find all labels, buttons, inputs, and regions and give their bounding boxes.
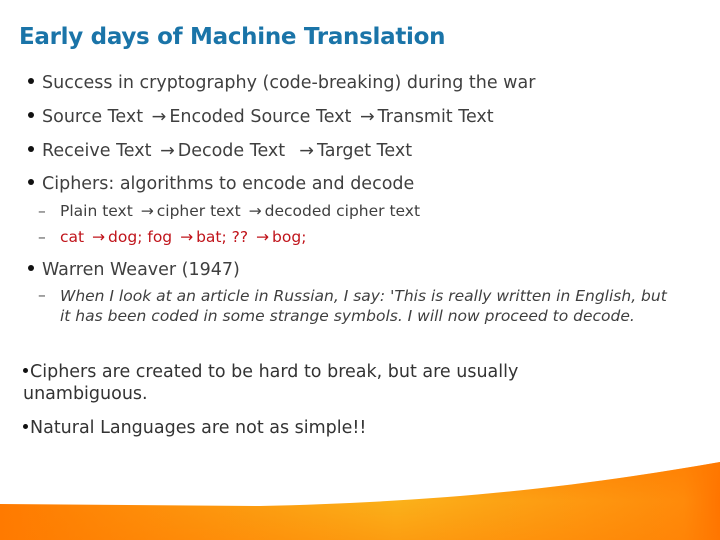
cipher-example: bat; ?? [196, 228, 249, 246]
bullet-text: Warren Weaver (1947) [42, 260, 240, 280]
dash-icon: – [38, 202, 46, 220]
arrow-right-icon: → [248, 202, 262, 220]
cipher-example: bog; [272, 228, 307, 246]
flow-step: decoded cipher text [264, 202, 421, 220]
arrow-right-icon: → [140, 202, 154, 220]
bullet-icon [28, 179, 34, 185]
arrow-right-icon: → [256, 228, 270, 246]
sub-bullet-item: – Plain text → cipher text → decoded cipher… [38, 202, 420, 220]
flow-step: Decode Text [177, 141, 286, 161]
flow-step: Target Text [316, 141, 413, 161]
paragraph: Natural Languages are not as simple!! [23, 417, 366, 439]
dash-icon: – [38, 228, 46, 246]
sub-bullet-item-highlight: – cat → dog; fog → bat; ?? → bog; [38, 228, 306, 246]
arrow-right-icon: → [299, 141, 314, 161]
bullet-text: Success in cryptography (code-breaking) … [42, 73, 536, 93]
arrow-right-icon: → [151, 107, 167, 127]
bullet-icon [23, 367, 28, 373]
bullet-icon [28, 112, 34, 118]
footer-swoosh-decoration [0, 462, 720, 540]
flow-step: Plain text [60, 202, 133, 220]
flow-step: Receive Text [42, 141, 152, 161]
bullet-icon [28, 265, 34, 271]
bullet-item: Warren Weaver (1947) [28, 260, 240, 280]
bullet-icon [23, 423, 28, 429]
bullet-item: Source Text → Encoded Source Text → Transm… [28, 107, 494, 127]
flow-step: cipher text [156, 202, 241, 220]
arrow-right-icon: → [180, 228, 194, 246]
paragraph-text: Natural Languages are not as simple!! [30, 418, 367, 438]
bullet-item: Success in cryptography (code-breaking) … [28, 73, 535, 93]
flow-step: Source Text [42, 107, 144, 127]
bullet-icon [28, 78, 34, 84]
bullet-item: Receive Text → Decode Text → Target Text [28, 141, 412, 161]
flow-step: Transmit Text [377, 107, 494, 127]
cipher-example: dog; fog [108, 228, 173, 246]
flow-step: Encoded Source Text [169, 107, 352, 127]
slide-title: Early days of Machine Translation [19, 24, 446, 50]
arrow-right-icon: → [359, 107, 375, 127]
dash-icon: – [38, 286, 46, 304]
arrow-right-icon: → [92, 228, 106, 246]
cipher-example: cat [60, 228, 85, 246]
bullet-text: Ciphers: algorithms to encode and decode [42, 174, 415, 194]
paragraph-text: Ciphers are created to be hard to break,… [23, 362, 519, 404]
paragraph: Ciphers are created to be hard to break,… [23, 361, 623, 405]
bullet-item: Ciphers: algorithms to encode and decode [28, 174, 414, 194]
bullet-icon [28, 146, 34, 152]
weaver-quote: When I look at an article in Russian, I … [60, 287, 667, 325]
arrow-right-icon: → [160, 141, 175, 161]
